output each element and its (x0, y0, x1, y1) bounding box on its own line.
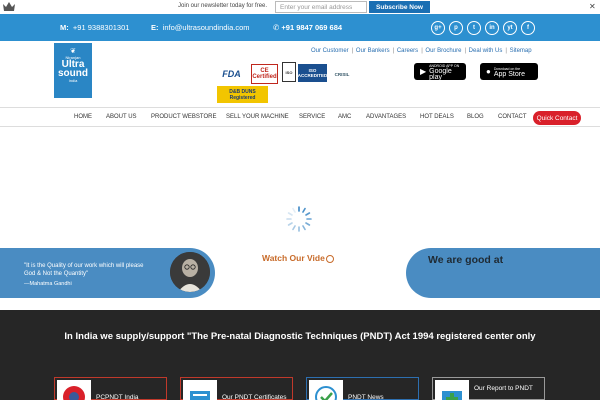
medical-kit-icon (435, 380, 469, 400)
social-links: g+ p t in yt f (431, 21, 535, 35)
card-pcpndt-india[interactable]: PCPNDT India (54, 377, 167, 400)
link-deal-with-us[interactable]: Deal with Us (469, 48, 503, 54)
linkedin-icon[interactable]: in (485, 21, 499, 35)
logo-bird-icon: ❦ (70, 48, 76, 55)
nav-advantages[interactable]: ADVANTAGES (366, 114, 406, 120)
loading-spinner-icon (286, 206, 312, 232)
top-links: Our Customer | Our Bankers | Careers | Our … (311, 48, 532, 54)
link-our-customer[interactable]: Our Customer (311, 48, 349, 54)
link-our-bankers[interactable]: Our Bankers (356, 48, 390, 54)
link-careers[interactable]: Careers (397, 48, 418, 54)
nav-sell-your-machine[interactable]: SELL YOUR MACHINE (226, 114, 289, 120)
newsletter-text: Join our newsletter today for free. (178, 3, 268, 9)
ce-badge: CE Certified (251, 64, 278, 84)
quick-contact-button[interactable]: Quick Contact (533, 111, 581, 125)
nav-amc[interactable]: AMC (338, 114, 351, 120)
site-logo[interactable]: ❦ Niranjan Ultra sound India (54, 43, 92, 98)
checkmark-icon (309, 380, 343, 400)
link-sitemap[interactable]: Sitemap (510, 48, 532, 54)
subscribe-button[interactable]: Subscribe Now (369, 1, 430, 13)
contact-bar: M: +91 9388301301 E: info@ultrasoundindi… (0, 14, 600, 41)
iso-badge: ISO (282, 62, 296, 82)
duns-badge: D&B DUNS Registered (217, 86, 268, 103)
nav-service[interactable]: SERVICE (299, 114, 325, 120)
quote-author: —Mahatma Gandhi (24, 281, 72, 287)
google-plus-icon[interactable]: g+ (431, 21, 445, 35)
card-pndt-certificates[interactable]: Our PNDT Certificates (180, 377, 293, 400)
mobile-contact[interactable]: M: +91 9388301301 (60, 23, 129, 32)
whatsapp-contact[interactable]: ✆ +91 9847 069 684 (273, 23, 342, 32)
email-contact[interactable]: E: info@ultrasoundindia.com (151, 23, 250, 32)
newsletter-email-input[interactable] (275, 1, 367, 13)
good-at-title: We are good at (428, 254, 504, 266)
watch-video-link[interactable]: Watch Our Vide (262, 253, 334, 263)
crisil-badge: CRISIL (334, 71, 350, 77)
nav-hot-deals[interactable]: HOT DEALS (420, 114, 454, 120)
quote-panel: "It is the Quality of our work which wil… (0, 248, 215, 298)
newsletter-bar: Join our newsletter today for free. Subs… (0, 0, 600, 14)
main-nav: HOME ABOUT US PRODUCT WEBSTORE SELL YOUR… (0, 107, 600, 127)
card-report-to-pndt[interactable]: Our Report to PNDT (432, 377, 545, 400)
play-store-icon: ▶ (420, 67, 427, 76)
quote-text: "It is the Quality of our work which wil… (24, 263, 144, 277)
iso-accredited-badge: ISO ACCREDITED (298, 64, 327, 82)
link-our-brochure[interactable]: Our Brochure (425, 48, 461, 54)
pndt-section: In India we supply/support "The Pre-nata… (0, 310, 600, 400)
pcpndt-icon (57, 380, 91, 400)
twitter-icon[interactable]: t (467, 21, 481, 35)
nav-about-us[interactable]: ABOUT US (106, 114, 137, 120)
apple-icon: ● (486, 67, 491, 76)
facebook-icon[interactable]: f (521, 21, 535, 35)
pndt-heading: In India we supply/support "The Pre-nata… (64, 331, 536, 342)
google-play-button[interactable]: ▶ ANDROID APP ON Google play (414, 63, 466, 81)
nav-blog[interactable]: BLOG (467, 114, 484, 120)
card-pndt-news[interactable]: PNDT News (306, 377, 419, 400)
crown-icon (3, 2, 15, 11)
app-store-button[interactable]: ● Download on the App Store (480, 63, 538, 80)
nav-contact[interactable]: CONTACT (498, 114, 527, 120)
nav-product-webstore[interactable]: PRODUCT WEBSTORE (151, 114, 216, 120)
certificate-icon (183, 380, 217, 400)
play-icon (325, 254, 334, 263)
youtube-icon[interactable]: yt (503, 21, 517, 35)
whatsapp-icon: ✆ (273, 23, 280, 32)
gandhi-portrait (170, 252, 210, 292)
pinterest-icon[interactable]: p (449, 21, 463, 35)
good-at-panel: We are good at (406, 248, 600, 298)
close-icon[interactable]: ✕ (589, 2, 596, 11)
nav-home[interactable]: HOME (74, 114, 92, 120)
fda-badge: FDA (222, 69, 241, 79)
